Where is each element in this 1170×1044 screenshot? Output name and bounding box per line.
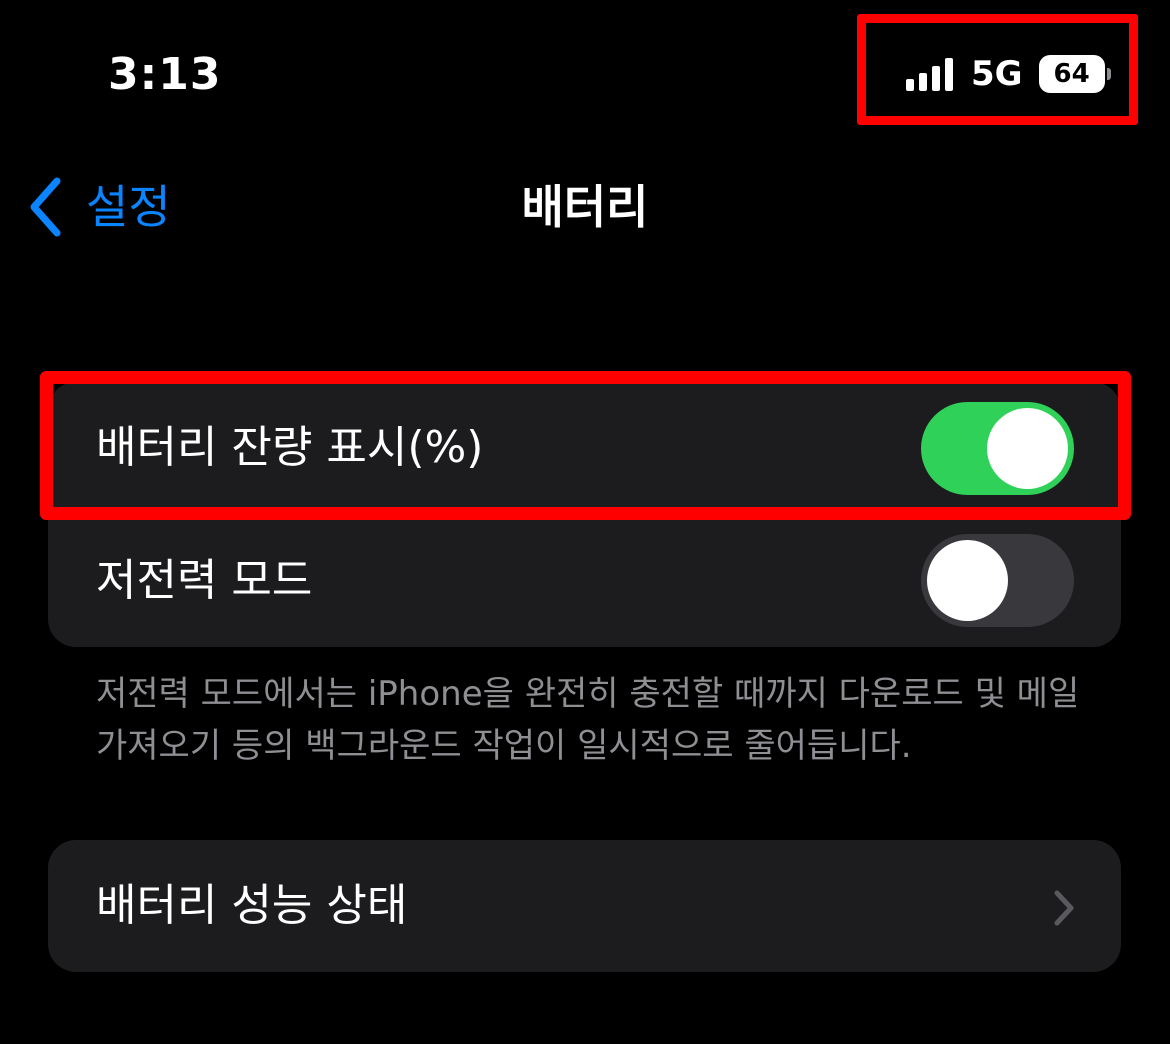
back-button-label: 설정 bbox=[86, 180, 171, 234]
chevron-right-icon bbox=[1054, 890, 1074, 926]
page-title: 배터리 bbox=[521, 180, 649, 234]
status-highlight-box bbox=[857, 14, 1138, 125]
battery-health-label: 배터리 성능 상태 bbox=[96, 880, 408, 931]
low-power-mode-label: 저전력 모드 bbox=[96, 554, 313, 606]
battery-percentage-highlight-box bbox=[40, 371, 1131, 520]
back-button[interactable]: 설정 bbox=[28, 172, 171, 242]
battery-health-row[interactable]: 배터리 성능 상태 bbox=[48, 840, 1121, 972]
battery-health-group: 배터리 성능 상태 bbox=[48, 840, 1121, 972]
low-power-mode-toggle[interactable] bbox=[921, 534, 1074, 627]
status-bar: 3:13 5G 64 bbox=[0, 0, 1170, 150]
status-time: 3:13 bbox=[108, 49, 222, 100]
low-power-mode-description: 저전력 모드에서는 iPhone을 완전히 충전할 때까지 다운로드 및 메일 … bbox=[96, 674, 1080, 766]
toggle-knob bbox=[927, 540, 1008, 621]
chevron-left-icon bbox=[30, 177, 61, 237]
low-power-mode-row: 저전력 모드 bbox=[48, 514, 1121, 647]
